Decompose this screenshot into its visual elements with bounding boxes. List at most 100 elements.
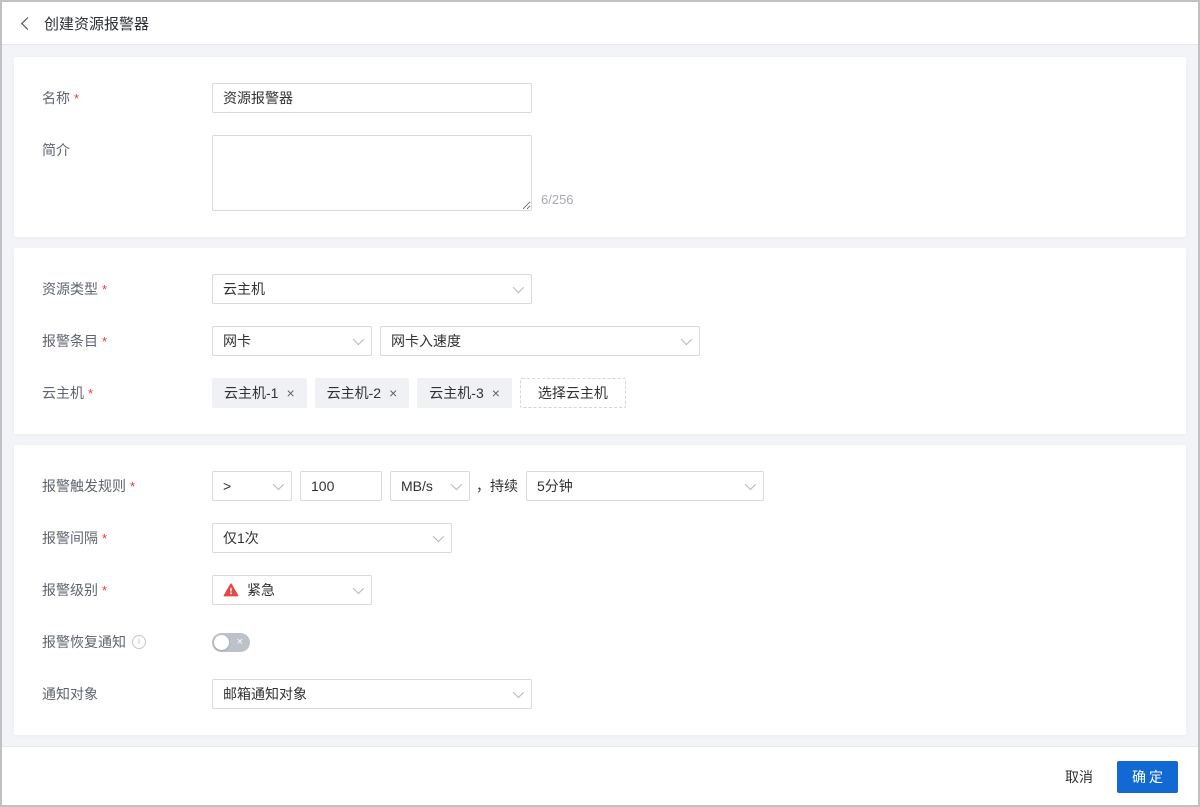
- rule-card: 报警触发规则 * > MB/s ，持续 5分钟: [14, 445, 1186, 735]
- recovery-label: 报警恢复通知 i: [42, 627, 212, 657]
- notify-controls: 邮箱通知对象: [212, 679, 532, 709]
- resource-type-select[interactable]: 云主机: [212, 274, 532, 304]
- host-tag-label: 云主机-1: [224, 385, 279, 401]
- trigger-rule-row: 报警触发规则 * > MB/s ，持续 5分钟: [42, 471, 1158, 501]
- unit-value: MB/s: [401, 478, 433, 494]
- required-asterisk: *: [102, 282, 108, 297]
- level-label: 报警级别 *: [42, 575, 212, 605]
- trigger-rule-label: 报警触发规则 *: [42, 471, 212, 501]
- recovery-toggle[interactable]: ×: [212, 633, 250, 652]
- hosts-row: 云主机 * 云主机-1 × 云主机-2 × 云主机-3 × 选择云主机: [42, 378, 1158, 408]
- alarm-entry-controls: 网卡 网卡入速度: [212, 326, 700, 356]
- chevron-down-icon: [352, 333, 365, 346]
- host-tag: 云主机-2 ×: [314, 378, 410, 408]
- host-tag: 云主机-3 ×: [417, 378, 512, 408]
- required-asterisk: *: [102, 531, 108, 546]
- chevron-down-icon: [432, 530, 445, 543]
- name-controls: [212, 83, 532, 113]
- chevron-down-icon: [744, 478, 757, 491]
- host-tag-label: 云主机-2: [326, 385, 382, 401]
- chevron-down-icon: [512, 686, 525, 699]
- level-value-wrap: 紧急: [223, 580, 275, 600]
- name-input[interactable]: [212, 83, 532, 113]
- threshold-input[interactable]: [300, 471, 382, 501]
- required-asterisk: *: [88, 386, 94, 401]
- interval-label: 报警间隔 *: [42, 523, 212, 553]
- resource-type-controls: 云主机: [212, 274, 532, 304]
- recovery-controls: ×: [212, 627, 250, 652]
- host-tag-label: 云主机-3: [429, 385, 484, 401]
- recovery-label-text: 报警恢复通知: [42, 634, 126, 650]
- resource-type-row: 资源类型 * 云主机: [42, 274, 1158, 304]
- notify-row: 通知对象 邮箱通知对象: [42, 679, 1158, 709]
- host-tag: 云主机-1 ×: [212, 378, 307, 408]
- duration-select[interactable]: 5分钟: [526, 471, 764, 501]
- name-label: 名称 *: [42, 83, 212, 113]
- interval-label-text: 报警间隔: [42, 530, 98, 546]
- intro-label: 简介: [42, 135, 212, 165]
- unit-select[interactable]: MB/s: [390, 471, 470, 501]
- duration-value: 5分钟: [537, 478, 573, 494]
- char-counter: 6/256: [541, 192, 574, 207]
- notify-label-text: 通知对象: [42, 686, 98, 702]
- trigger-rule-label-text: 报警触发规则: [42, 478, 126, 494]
- interval-controls: 仅1次: [212, 523, 452, 553]
- interval-row: 报警间隔 * 仅1次: [42, 523, 1158, 553]
- basic-info-card: 名称 * 简介 6/256: [14, 57, 1186, 237]
- notify-select[interactable]: 邮箱通知对象: [212, 679, 532, 709]
- level-row: 报警级别 * 紧急: [42, 575, 1158, 605]
- notify-label: 通知对象: [42, 679, 212, 709]
- intro-textarea[interactable]: [212, 135, 532, 211]
- operator-select[interactable]: >: [212, 471, 292, 501]
- resource-type-value: 云主机: [223, 281, 265, 297]
- level-value: 紧急: [247, 582, 275, 598]
- resource-type-label: 资源类型 *: [42, 274, 212, 304]
- chevron-down-icon: [352, 582, 365, 595]
- create-alarm-page: 创建资源报警器 名称 * 简介 6/256: [0, 0, 1200, 807]
- operator-value: >: [223, 478, 232, 494]
- entry-category-value: 网卡: [223, 333, 251, 349]
- close-icon[interactable]: ×: [286, 386, 294, 400]
- toggle-knob: [214, 635, 229, 650]
- hosts-label-text: 云主机: [42, 385, 84, 401]
- chevron-down-icon: [512, 281, 525, 294]
- resource-card: 资源类型 * 云主机 报警条目 * 网卡 网卡入速度 云主机 * 云主机-1 ×…: [14, 248, 1186, 434]
- form-content: 名称 * 简介 6/256 资源类型: [2, 45, 1198, 746]
- page-header: 创建资源报警器: [2, 2, 1198, 45]
- close-icon[interactable]: ×: [389, 386, 397, 400]
- intro-controls: 6/256: [212, 135, 574, 211]
- name-label-text: 名称: [42, 90, 70, 106]
- level-select[interactable]: 紧急: [212, 575, 372, 605]
- required-asterisk: *: [102, 583, 108, 598]
- required-asterisk: *: [74, 91, 80, 106]
- level-label-text: 报警级别: [42, 582, 98, 598]
- alarm-entry-label-text: 报警条目: [42, 333, 98, 349]
- entry-metric-value: 网卡入速度: [391, 333, 461, 349]
- close-icon[interactable]: ×: [492, 386, 500, 400]
- select-host-button[interactable]: 选择云主机: [519, 378, 626, 408]
- page-title: 创建资源报警器: [44, 15, 150, 33]
- intro-row: 简介 6/256: [42, 135, 1158, 211]
- warning-triangle-icon: [223, 583, 239, 597]
- alarm-entry-row: 报警条目 * 网卡 网卡入速度: [42, 326, 1158, 356]
- chevron-down-icon: [272, 478, 285, 491]
- confirm-button[interactable]: 确定: [1117, 760, 1178, 793]
- name-row: 名称 *: [42, 83, 1158, 113]
- cancel-button[interactable]: 取消: [1065, 767, 1093, 787]
- required-asterisk: *: [130, 479, 136, 494]
- back-icon[interactable]: [21, 16, 34, 30]
- entry-metric-select[interactable]: 网卡入速度: [380, 326, 700, 356]
- chevron-down-icon: [450, 478, 463, 491]
- required-asterisk: *: [102, 334, 108, 349]
- alarm-entry-label: 报警条目 *: [42, 326, 212, 356]
- entry-category-select[interactable]: 网卡: [212, 326, 372, 356]
- hosts-label: 云主机 *: [42, 378, 212, 408]
- interval-value: 仅1次: [223, 530, 259, 546]
- recovery-row: 报警恢复通知 i ×: [42, 627, 1158, 657]
- intro-label-text: 简介: [42, 142, 70, 158]
- chevron-down-icon: [680, 333, 693, 346]
- info-icon[interactable]: i: [132, 635, 146, 649]
- interval-select[interactable]: 仅1次: [212, 523, 452, 553]
- duration-prefix-text: ，持续: [476, 478, 518, 494]
- resource-type-label-text: 资源类型: [42, 281, 98, 297]
